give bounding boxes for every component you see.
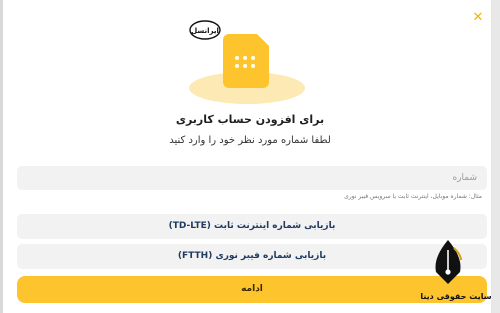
page-title: برای افزودن حساب کاربری xyxy=(175,113,325,126)
phone-number-input[interactable] xyxy=(17,166,487,190)
close-icon[interactable]: ✕ xyxy=(470,10,486,26)
page-subtitle: لطفا شماره مورد نظر خود را وارد کنید xyxy=(169,135,331,146)
svg-text:ایرانسل: ایرانسل xyxy=(191,27,219,35)
recover-ftth-button[interactable]: بازیابی شماره فیبر نوری (FTTH) xyxy=(17,244,487,269)
pen-nib-icon xyxy=(435,240,462,284)
watermark-text: سایت حقوقی دینا xyxy=(420,292,492,301)
recover-td-lte-button[interactable]: بازیابی شماره اینترنت ثابت (TD-LTE) xyxy=(17,214,487,239)
irancell-logo: ایرانسل xyxy=(189,20,221,40)
window-scrollbar[interactable] xyxy=(491,0,500,313)
input-hint: مثال: شماره موبایل، اینترنت ثابت یا سروی… xyxy=(344,193,482,200)
window-left-edge xyxy=(0,0,3,313)
sim-card-icon: ایرانسل xyxy=(189,20,305,104)
